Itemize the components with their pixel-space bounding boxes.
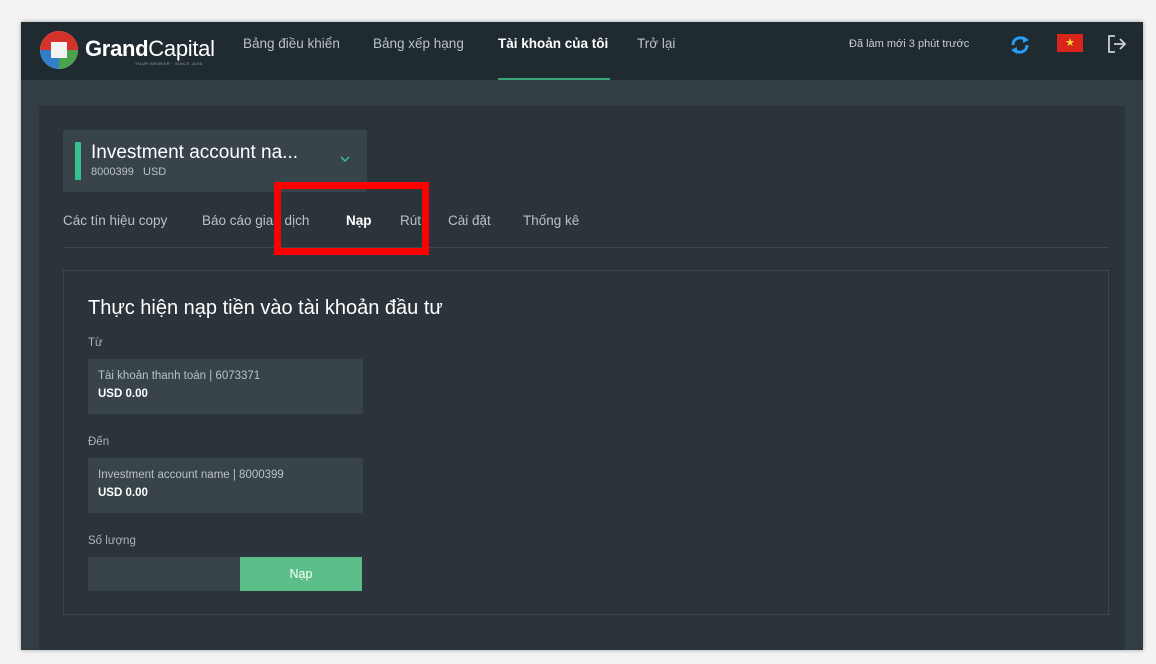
deposit-panel: Thực hiện nạp tiền vào tài khoản đầu tư … bbox=[63, 270, 1109, 615]
tab-statistics[interactable]: Thống kê bbox=[523, 213, 579, 228]
chevron-down-icon[interactable] bbox=[338, 154, 352, 164]
to-account-box[interactable]: Investment account name | 8000399 USD 0.… bbox=[88, 458, 363, 513]
app-window: GrandCapital YOUR BROKER · SINCE 2006 Bả… bbox=[21, 22, 1143, 650]
amount-input[interactable] bbox=[88, 557, 240, 591]
tab-copy-signals[interactable]: Các tín hiệu copy bbox=[63, 213, 167, 228]
to-account-name: Investment account name | 8000399 bbox=[98, 469, 284, 481]
top-navbar: GrandCapital YOUR BROKER · SINCE 2006 Bả… bbox=[21, 22, 1143, 80]
from-account-name: Tài khoản thanh toán | 6073371 bbox=[98, 370, 261, 382]
brand-tagline: YOUR BROKER · SINCE 2006 bbox=[135, 61, 203, 66]
tab-settings[interactable]: Cài đặt bbox=[448, 213, 491, 228]
tabs-divider bbox=[63, 247, 1109, 248]
deposit-title: Thực hiện nạp tiền vào tài khoản đầu tư bbox=[88, 297, 443, 319]
nav-ranking[interactable]: Bảng xếp hạng bbox=[373, 36, 464, 51]
refresh-icon[interactable] bbox=[1009, 34, 1031, 56]
deposit-button[interactable]: Nạp bbox=[240, 557, 362, 591]
logout-icon[interactable] bbox=[1106, 33, 1128, 55]
nav-back[interactable]: Trở lại bbox=[637, 36, 675, 51]
from-account-balance: USD 0.00 bbox=[98, 388, 148, 400]
refresh-status: Đã làm mới 3 phút trước bbox=[849, 38, 970, 50]
grandcapital-logo-icon bbox=[40, 31, 78, 69]
to-label: Đến bbox=[88, 436, 110, 448]
nav-active-indicator bbox=[498, 78, 610, 80]
vietnam-flag-icon[interactable]: ★ bbox=[1057, 34, 1083, 52]
from-label: Từ bbox=[88, 337, 103, 349]
highlight-annotation-box bbox=[274, 182, 429, 255]
brand-name: GrandCapital bbox=[85, 36, 215, 61]
to-account-balance: USD 0.00 bbox=[98, 487, 148, 499]
account-name: Investment account na... bbox=[91, 142, 299, 163]
account-number-currency: 8000399 USD bbox=[91, 166, 167, 178]
account-color-bar bbox=[75, 142, 81, 180]
amount-label: Số lượng bbox=[88, 535, 136, 547]
nav-my-account[interactable]: Tài khoản của tôi bbox=[498, 36, 608, 51]
from-account-box[interactable]: Tài khoản thanh toán | 6073371 USD 0.00 bbox=[88, 359, 363, 414]
brand-logo[interactable]: GrandCapital YOUR BROKER · SINCE 2006 bbox=[39, 30, 219, 70]
nav-dashboard[interactable]: Bảng điều khiển bbox=[243, 36, 340, 51]
